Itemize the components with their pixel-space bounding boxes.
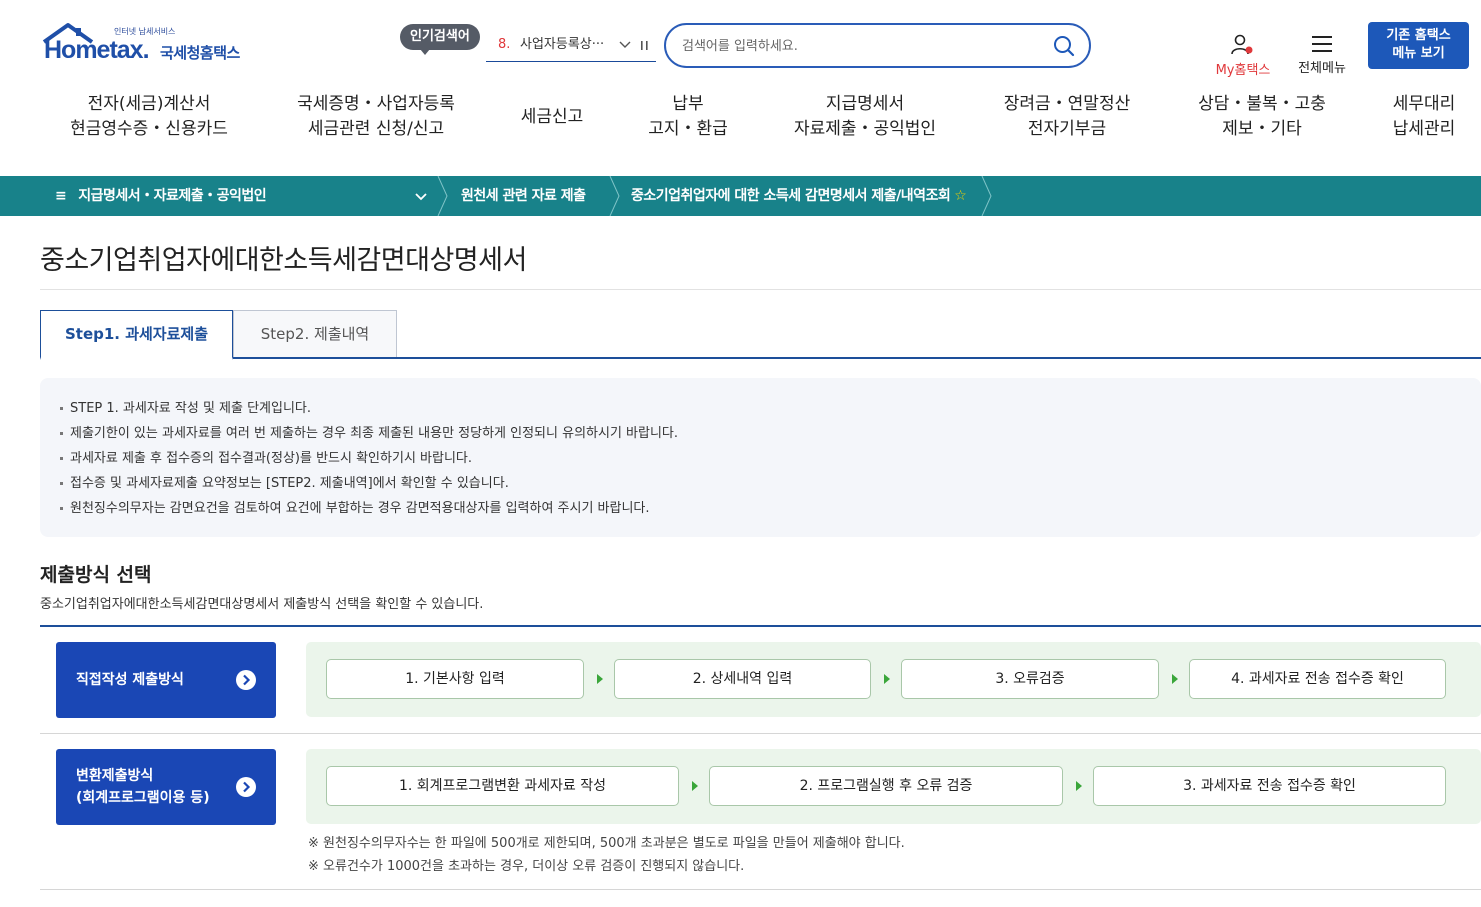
gnb-item-einvoice[interactable]: 전자(세금)계산서 현금영수증・신용카드 xyxy=(64,92,234,142)
step-tabs: Step1. 과세자료제출 Step2. 제출내역 xyxy=(40,310,1481,360)
pause-icon[interactable] xyxy=(640,28,650,76)
my-hometax-label: My홈택스 xyxy=(1215,63,1271,78)
convert-method-button[interactable]: 변환제출방식 (회계프로그램이용 등) xyxy=(56,749,276,825)
direct-flow: 1. 기본사항 입력 2. 상세내역 입력 3. 오류검증 4. 과세자료 전송… xyxy=(306,642,1481,717)
breadcrumb-current-label: 중소기업취업자에 대한 소득세 감면명세서 제출/내역조회 xyxy=(631,188,951,204)
search-input[interactable] xyxy=(682,34,1042,58)
star-icon[interactable]: ☆ xyxy=(954,188,967,204)
direct-method-label: 직접작성 제출방식 xyxy=(76,672,184,688)
section-divider xyxy=(40,625,1481,627)
popular-term[interactable]: 사업자등록상··· xyxy=(520,28,604,62)
site-header: 인터넷 납세서비스 Hometax. 국세청홈택스 인기검색어 8. 사업자등록… xyxy=(0,0,1481,176)
popular-search-badge: 인기검색어 xyxy=(400,24,480,55)
convert-method-label: 변환제출방식 (회계프로그램이용 등) xyxy=(76,768,210,806)
arrow-right-icon xyxy=(597,674,603,684)
gnb-item-tax-agent[interactable]: 세무대리 납세관리 xyxy=(1382,92,1466,142)
popular-rank: 8. xyxy=(498,37,511,52)
direct-method-button[interactable]: 직접작성 제출방식 xyxy=(56,642,276,718)
old-menu-line2: 메뉴 보기 xyxy=(1392,46,1445,61)
breadcrumb-item-withholding[interactable]: 원천세 관련 자료 제출 xyxy=(461,176,586,216)
my-hometax-link[interactable]: My홈택스 xyxy=(1208,34,1278,78)
convert-step-3[interactable]: 3. 과세자료 전송 접수증 확인 xyxy=(1093,766,1446,806)
menu-icon: ≡ xyxy=(55,188,67,204)
search-icon[interactable] xyxy=(1053,35,1075,57)
tab-step2[interactable]: Step2. 제출내역 xyxy=(233,310,397,357)
section-title: 제출방식 선택 xyxy=(40,564,152,586)
convert-flow: 1. 회계프로그램변환 과세자료 작성 2. 프로그램실행 후 오류 검증 3.… xyxy=(306,749,1481,824)
info-item: 원천징수의무자는 감면요건을 검토하여 요건에 부합하는 경우 감면적용대상자를… xyxy=(60,496,1481,521)
chevron-down-icon[interactable] xyxy=(414,176,428,232)
arrow-right-icon xyxy=(1076,781,1082,791)
breadcrumb-separator-icon xyxy=(609,176,620,216)
chevron-right-icon xyxy=(236,777,256,797)
gnb-item-certificate[interactable]: 국세증명・사업자등록 세금관련 신청/신고 xyxy=(290,92,462,142)
breadcrumb-separator-icon xyxy=(981,176,992,216)
breadcrumb-separator-icon xyxy=(437,176,448,216)
logo-subtitle: 국세청홈택스 xyxy=(160,44,240,62)
info-item: 접수증 및 과세자료제출 요약정보는 [STEP2. 제출내역]에서 확인할 수… xyxy=(60,471,1481,496)
chevron-right-icon xyxy=(236,670,256,690)
gnb-item-incentive[interactable]: 장려금・연말정산 전자기부금 xyxy=(996,92,1138,142)
hamburger-icon xyxy=(1312,36,1332,52)
breadcrumb-menu-label: 지급명세서・자료제출・공익법인 xyxy=(78,188,267,204)
section-description: 중소기업취업자에대한소득세감면대상명세서 제출방식 선택을 확인할 수 있습니다… xyxy=(40,597,484,612)
gnb-item-payment[interactable]: 납부 고지・환급 xyxy=(638,92,738,142)
convert-step-2[interactable]: 2. 프로그램실행 후 오류 검증 xyxy=(709,766,1063,806)
title-divider xyxy=(40,289,1481,290)
global-nav: 전자(세금)계산서 현금영수증・신용카드 국세증명・사업자등록 세금관련 신청/신고… xyxy=(0,92,1481,148)
all-menu-label: 전체메뉴 xyxy=(1298,61,1346,76)
bottom-divider xyxy=(40,889,1481,890)
page-title: 중소기업취업자에대한소득세감면대상명세서 xyxy=(40,245,527,276)
arrow-right-icon xyxy=(884,674,890,684)
logo-wordmark: Hometax. xyxy=(44,36,150,64)
chevron-down-icon[interactable] xyxy=(618,28,632,76)
gnb-item-consult[interactable]: 상담・불복・고충 제보・기타 xyxy=(1190,92,1334,142)
notes: ※ 원천징수의무자수는 한 파일에 500개로 제한되며, 500개 초과분은 … xyxy=(308,832,905,878)
info-item: 제출기한이 있는 과세자료를 여러 번 제출하는 경우 최종 제출된 내용만 정… xyxy=(60,421,1481,446)
tab-step1[interactable]: Step1. 과세자료제출 xyxy=(40,310,233,360)
breadcrumb-item-current: 중소기업취업자에 대한 소득세 감면명세서 제출/내역조회 ☆ xyxy=(631,176,967,216)
user-icon xyxy=(1231,34,1253,55)
breadcrumb-menu[interactable]: ≡ 지급명세서・자료제출・공익법인 xyxy=(55,176,267,216)
search-bar xyxy=(664,23,1091,68)
note-item: ※ 오류건수가 1000건을 초과하는 경우, 더이상 오류 검증이 진행되지 … xyxy=(308,859,745,874)
info-box: STEP 1. 과세자료 작성 및 제출 단계입니다. 제출기한이 있는 과세자… xyxy=(40,378,1481,537)
direct-step-1[interactable]: 1. 기본사항 입력 xyxy=(326,659,584,699)
hometax-logo[interactable]: 인터넷 납세서비스 Hometax. 국세청홈택스 xyxy=(42,22,262,72)
direct-step-2[interactable]: 2. 상세내역 입력 xyxy=(614,659,871,699)
popular-search-ticker[interactable]: 8. 사업자등록상··· xyxy=(486,28,656,62)
all-menu-button[interactable]: 전체메뉴 xyxy=(1292,34,1352,76)
row-divider xyxy=(40,733,1481,734)
gnb-item-tax-report[interactable]: 세금신고 xyxy=(510,92,594,130)
arrow-right-icon xyxy=(1172,674,1178,684)
breadcrumb: ≡ 지급명세서・자료제출・공익법인 원천세 관련 자료 제출 중소기업취업자에 대… xyxy=(0,176,1481,216)
info-item: STEP 1. 과세자료 작성 및 제출 단계입니다. xyxy=(60,396,1481,421)
info-item: 과세자료 제출 후 접수증의 접수결과(정상)를 반드시 확인하기시 바랍니다. xyxy=(60,446,1481,471)
note-item: ※ 원천징수의무자수는 한 파일에 500개로 제한되며, 500개 초과분은 … xyxy=(308,836,905,851)
arrow-right-icon xyxy=(692,781,698,791)
gnb-item-payment-statement[interactable]: 지급명세서 자료제출・공익법인 xyxy=(786,92,944,142)
direct-step-3[interactable]: 3. 오류검증 xyxy=(901,659,1159,699)
old-menu-line1: 기존 홈택스 xyxy=(1386,28,1451,43)
old-hometax-menu-button[interactable]: 기존 홈택스 메뉴 보기 xyxy=(1368,22,1469,69)
convert-step-1[interactable]: 1. 회계프로그램변환 과세자료 작성 xyxy=(326,766,679,806)
direct-step-4[interactable]: 4. 과세자료 전송 접수증 확인 xyxy=(1189,659,1446,699)
